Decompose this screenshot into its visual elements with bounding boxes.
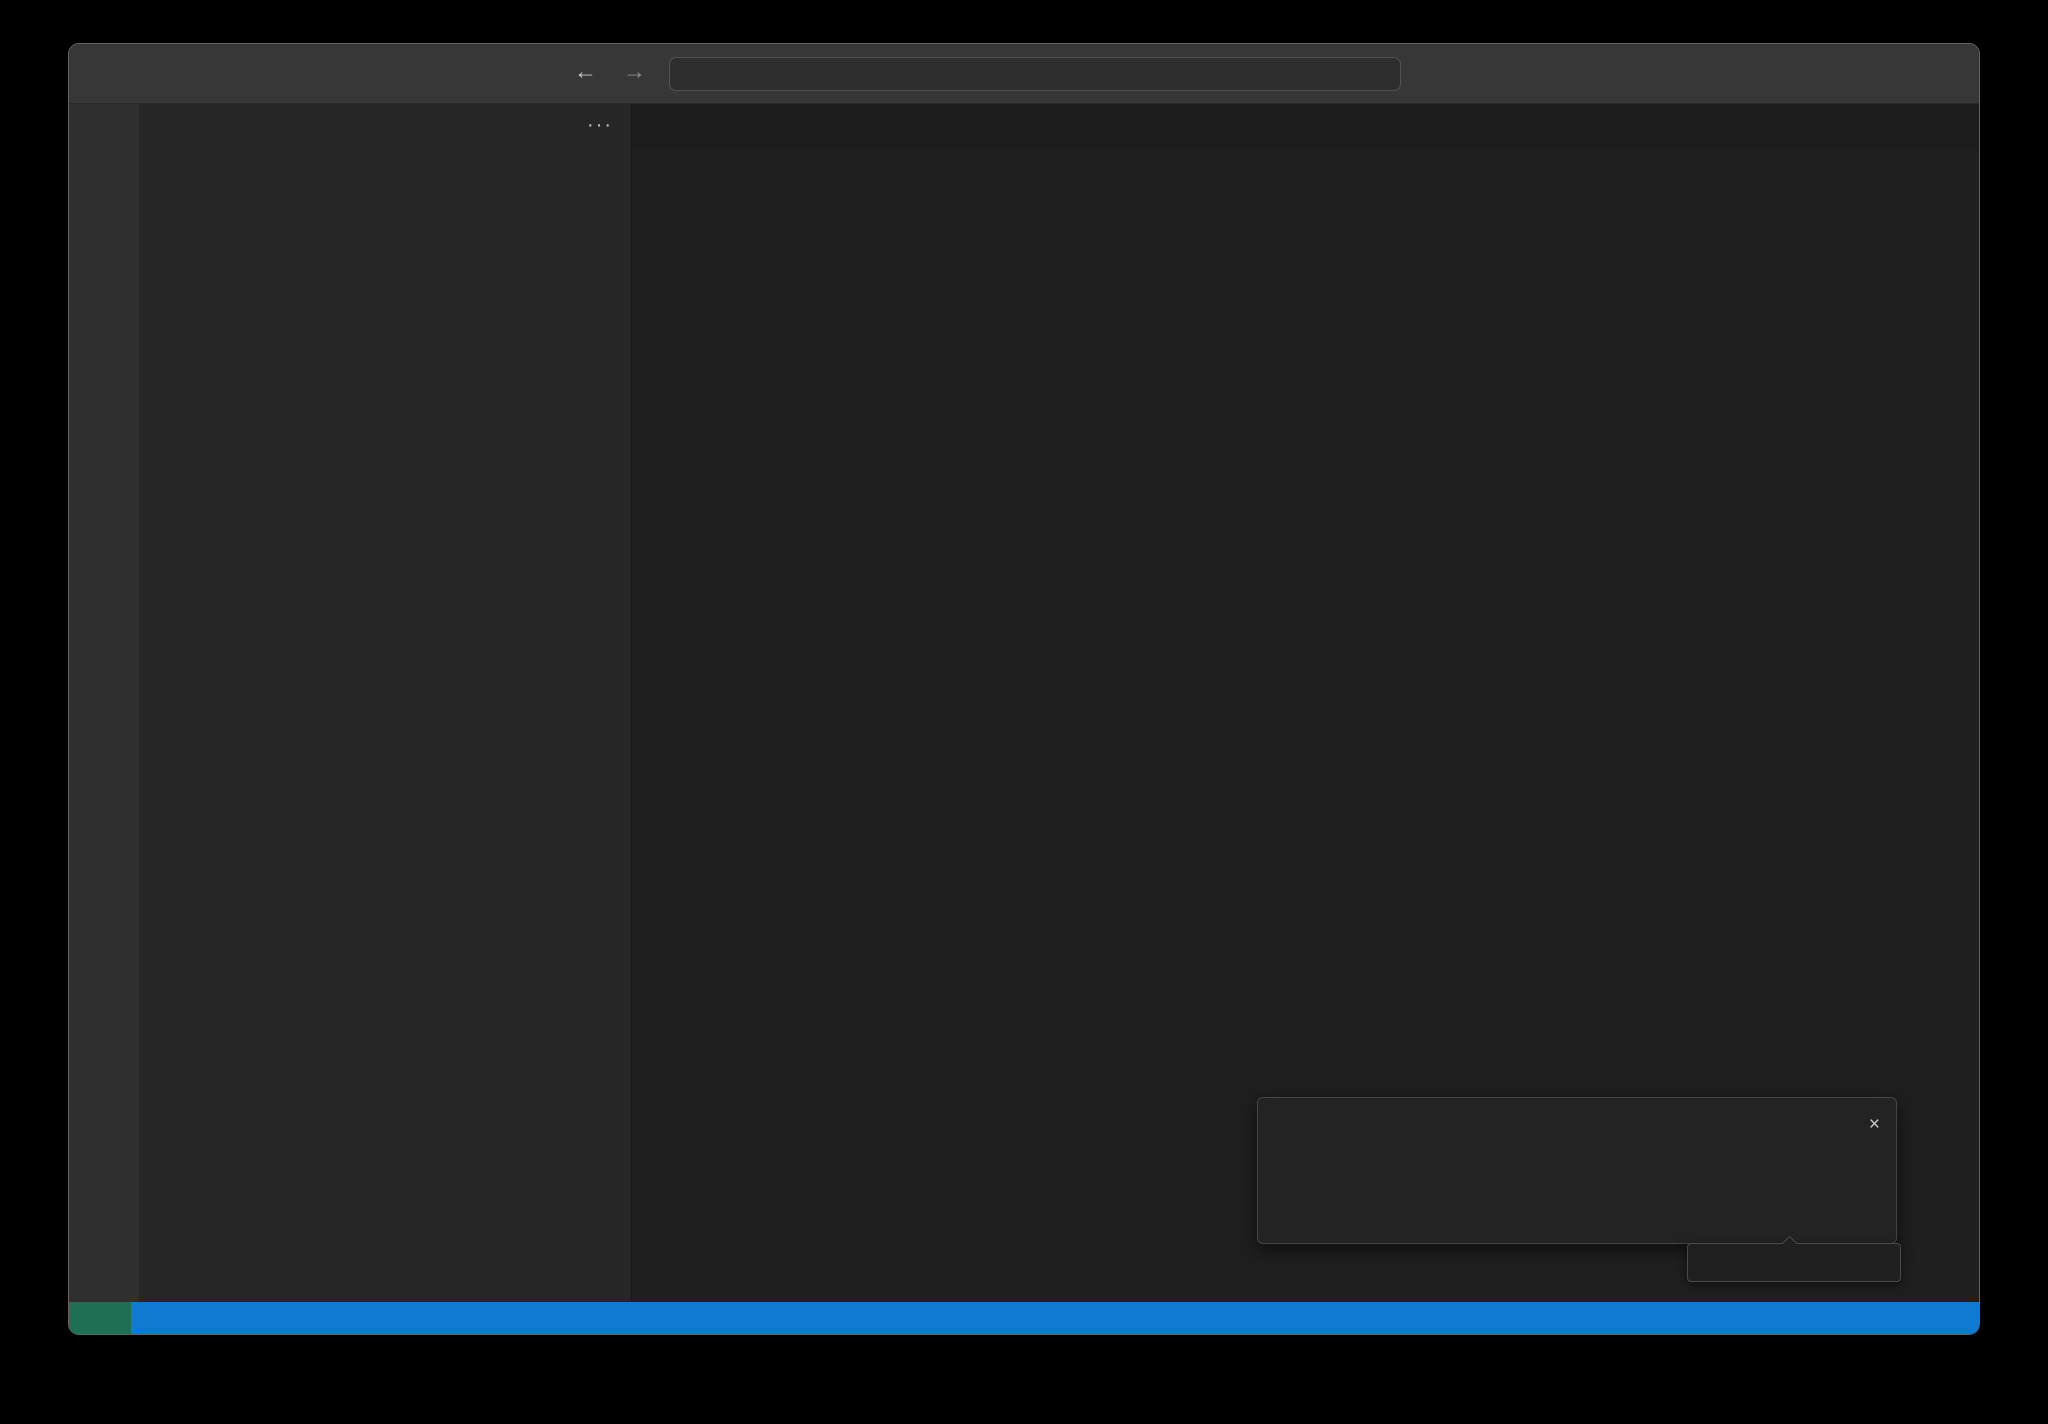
notification-message — [1304, 1114, 1764, 1136]
activity-bar — [69, 104, 139, 1302]
notification-toast: × — [1257, 1097, 1897, 1244]
window-controls — [89, 66, 160, 81]
maximize-window-button[interactable] — [145, 66, 160, 81]
minimize-window-button[interactable] — [117, 66, 132, 81]
title-bar: ← → — [69, 44, 1979, 104]
info-icon — [1274, 1116, 1294, 1136]
search-icon — [994, 67, 1009, 82]
search-input[interactable] — [1016, 65, 1076, 83]
remote-indicator[interactable] — [69, 1302, 131, 1334]
command-center-search[interactable] — [669, 57, 1401, 91]
view-results-tooltip — [1687, 1243, 1901, 1282]
history-forward-button[interactable]: → — [623, 58, 646, 85]
overview-ruler[interactable] — [1963, 149, 1979, 1302]
git-blame-annotation — [632, 182, 1979, 205]
copilot-menu-button[interactable] — [1421, 59, 1458, 81]
sidebar-nx-console: ··· — [139, 104, 632, 1302]
history-back-button[interactable]: ← — [574, 58, 597, 85]
status-bar — [69, 1302, 1979, 1334]
notification-settings-gear-icon[interactable] — [1834, 1114, 1853, 1133]
notification-close-icon[interactable]: × — [1869, 1114, 1880, 1136]
chevron-down-icon — [1447, 65, 1458, 76]
tab-bar — [632, 104, 1979, 149]
sidebar-more-actions-icon[interactable]: ··· — [587, 114, 613, 137]
breadcrumb[interactable] — [632, 149, 1979, 182]
copilot-icon — [1421, 59, 1443, 81]
close-window-button[interactable] — [89, 66, 104, 81]
